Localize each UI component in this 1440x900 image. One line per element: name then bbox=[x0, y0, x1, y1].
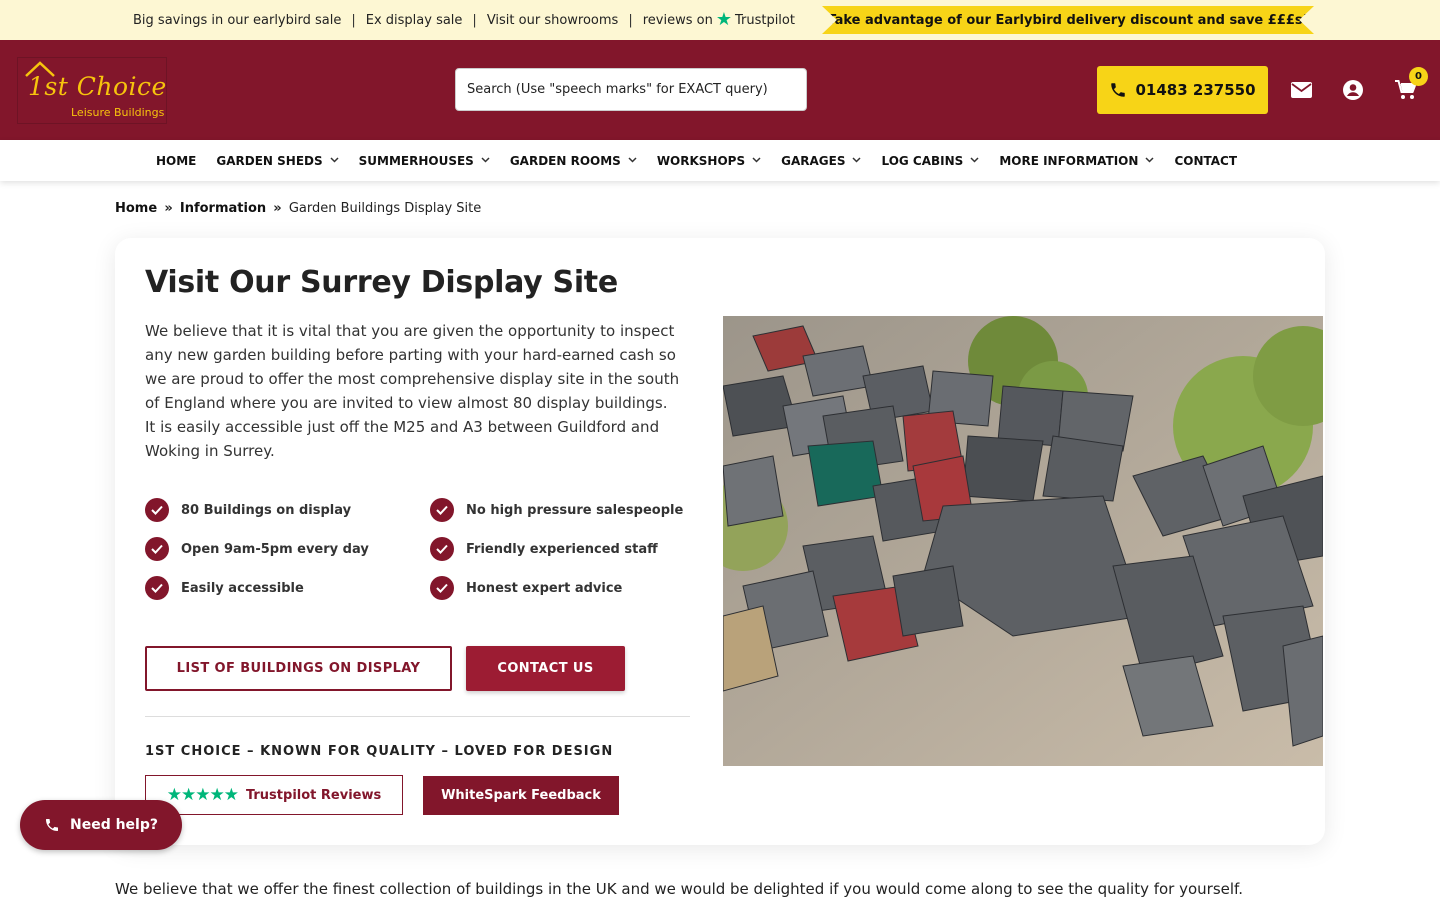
check-icon bbox=[430, 537, 454, 561]
logo-main-text: 1st Choice bbox=[28, 72, 167, 101]
separator: | bbox=[628, 12, 633, 28]
topbar-link-showrooms[interactable]: Visit our showrooms bbox=[487, 13, 619, 28]
separator: | bbox=[351, 12, 356, 28]
trustpilot-stars-icon: ★★★★★ bbox=[166, 785, 239, 805]
chevron-down-icon bbox=[1145, 156, 1154, 166]
page-title: Visit Our Surrey Display Site bbox=[145, 265, 618, 300]
bottom-paragraph: We believe that we offer the finest coll… bbox=[115, 880, 1244, 898]
feature-label: No high pressure salespeople bbox=[466, 502, 684, 518]
chevron-down-icon bbox=[628, 156, 637, 166]
topbar-reviews-link[interactable]: reviews on ★ Trustpilot bbox=[643, 11, 795, 29]
nav-item-more-information[interactable]: MORE INFORMATION bbox=[999, 154, 1154, 168]
display-site-illustration bbox=[723, 316, 1323, 766]
feature-label: Open 9am-5pm every day bbox=[181, 541, 369, 557]
trustpilot-reviews-label: Trustpilot Reviews bbox=[245, 787, 382, 803]
nav-item-label: SUMMERHOUSES bbox=[358, 153, 474, 168]
breadcrumb-separator: » bbox=[273, 201, 282, 216]
nav-item-label: WORKSHOPS bbox=[656, 153, 746, 168]
nav-item-home[interactable]: HOME bbox=[156, 154, 196, 168]
nav-item-label: LOG CABINS bbox=[881, 153, 964, 168]
nav-item-label: GARDEN SHEDS bbox=[216, 153, 323, 168]
nav-item-garden-rooms[interactable]: GARDEN ROOMS bbox=[510, 154, 637, 168]
contact-us-button[interactable]: CONTACT US bbox=[466, 646, 625, 691]
nav-item-workshops[interactable]: WORKSHOPS bbox=[657, 154, 761, 168]
list-of-buildings-button[interactable]: LIST OF BUILDINGS ON DISPLAY bbox=[145, 646, 452, 691]
breadcrumb-current: Garden Buildings Display Site bbox=[288, 201, 482, 216]
chevron-down-icon bbox=[852, 156, 862, 166]
quality-tagline: 1ST CHOICE – KNOWN FOR QUALITY – LOVED F… bbox=[145, 744, 614, 759]
nav-item-label: MORE INFORMATION bbox=[999, 153, 1139, 168]
phone-button[interactable]: 01483 237550 bbox=[1097, 66, 1268, 114]
nav-item-label: GARDEN ROOMS bbox=[509, 153, 621, 168]
main-navigation: HOME GARDEN SHEDS SUMMERHOUSES GARDEN ROOMS… bbox=[0, 140, 1440, 181]
need-help-label: Need help? bbox=[69, 817, 158, 833]
nav-item-label: CONTACT bbox=[1174, 153, 1238, 168]
trustpilot-reviews-button[interactable]: ★★★★★ Trustpilot Reviews bbox=[145, 775, 403, 815]
nav-item-label: HOME bbox=[156, 153, 197, 168]
phone-icon bbox=[45, 819, 58, 831]
nav-item-summerhouses[interactable]: SUMMERHOUSES bbox=[359, 154, 490, 168]
feature-label: 80 Buildings on display bbox=[181, 502, 352, 518]
nav-item-contact[interactable]: CONTACT bbox=[1174, 154, 1237, 168]
nav-item-garden-sheds[interactable]: GARDEN SHEDS bbox=[216, 153, 339, 168]
divider bbox=[145, 716, 690, 717]
feature-label: Easily accessible bbox=[181, 580, 304, 596]
mail-icon[interactable] bbox=[1291, 82, 1312, 98]
nav-items: HOME GARDEN SHEDS SUMMERHOUSES GARDEN ROOMS… bbox=[156, 140, 1237, 181]
cart-count-badge: 0 bbox=[1409, 67, 1428, 86]
chevron-down-icon bbox=[970, 156, 979, 166]
trustpilot-label: Trustpilot bbox=[734, 12, 795, 28]
site-logo[interactable]: 1st Choice Leisure Buildings bbox=[17, 57, 167, 124]
check-icon bbox=[145, 498, 169, 522]
feature-item: No high pressure salespeople bbox=[430, 498, 683, 522]
aerial-display-site-photo bbox=[723, 316, 1323, 766]
topbar-link-ex-display[interactable]: Ex display sale bbox=[366, 13, 463, 28]
top-announcement-bar: Big savings in our earlybird sale | Ex d… bbox=[0, 0, 1440, 40]
check-icon bbox=[430, 498, 454, 522]
feature-label: Friendly experienced staff bbox=[466, 541, 658, 557]
feature-item: Honest expert advice bbox=[430, 576, 622, 600]
phone-icon bbox=[1111, 83, 1126, 97]
chevron-down-icon bbox=[752, 156, 761, 166]
site-header: 1st Choice Leisure Buildings 01483 23755… bbox=[0, 40, 1440, 140]
nav-item-garages[interactable]: GARAGES bbox=[781, 153, 862, 168]
nav-item-label: GARAGES bbox=[781, 153, 846, 168]
trustpilot-star-icon: ★ bbox=[715, 9, 732, 30]
chevron-down-icon bbox=[330, 156, 339, 166]
need-help-button[interactable]: Need help? bbox=[20, 800, 182, 850]
reviews-prefix: reviews on bbox=[642, 12, 713, 28]
intro-paragraph: We believe that it is vital that you are… bbox=[145, 322, 680, 460]
logo-sub-text: Leisure Buildings bbox=[71, 106, 165, 119]
check-icon bbox=[145, 576, 169, 600]
feature-item: Easily accessible bbox=[145, 576, 304, 600]
chevron-down-icon bbox=[481, 156, 490, 166]
check-icon bbox=[145, 537, 169, 561]
nav-item-log-cabins[interactable]: LOG CABINS bbox=[881, 154, 979, 168]
promo-banner[interactable]: Take advantage of our Earlybird delivery… bbox=[822, 6, 1314, 34]
topbar-link-earlybird[interactable]: Big savings in our earlybird sale bbox=[133, 13, 341, 28]
whitespark-feedback-button[interactable]: WhiteSpark Feedback bbox=[423, 776, 619, 815]
account-icon[interactable] bbox=[1343, 80, 1363, 100]
search-input[interactable] bbox=[455, 68, 807, 111]
feature-item: 80 Buildings on display bbox=[145, 498, 351, 522]
check-icon bbox=[430, 576, 454, 600]
phone-number: 01483 237550 bbox=[1135, 81, 1256, 99]
feature-item: Open 9am-5pm every day bbox=[145, 537, 369, 561]
separator: | bbox=[472, 12, 477, 28]
feature-item: Friendly experienced staff bbox=[430, 537, 658, 561]
breadcrumb-information[interactable]: Information bbox=[180, 201, 266, 216]
breadcrumb: Home » Information » Garden Buildings Di… bbox=[115, 201, 481, 216]
breadcrumb-separator: » bbox=[164, 201, 173, 216]
topbar-links: Big savings in our earlybird sale | Ex d… bbox=[133, 0, 795, 40]
feature-label: Honest expert advice bbox=[466, 580, 623, 596]
breadcrumb-home[interactable]: Home bbox=[115, 201, 157, 216]
